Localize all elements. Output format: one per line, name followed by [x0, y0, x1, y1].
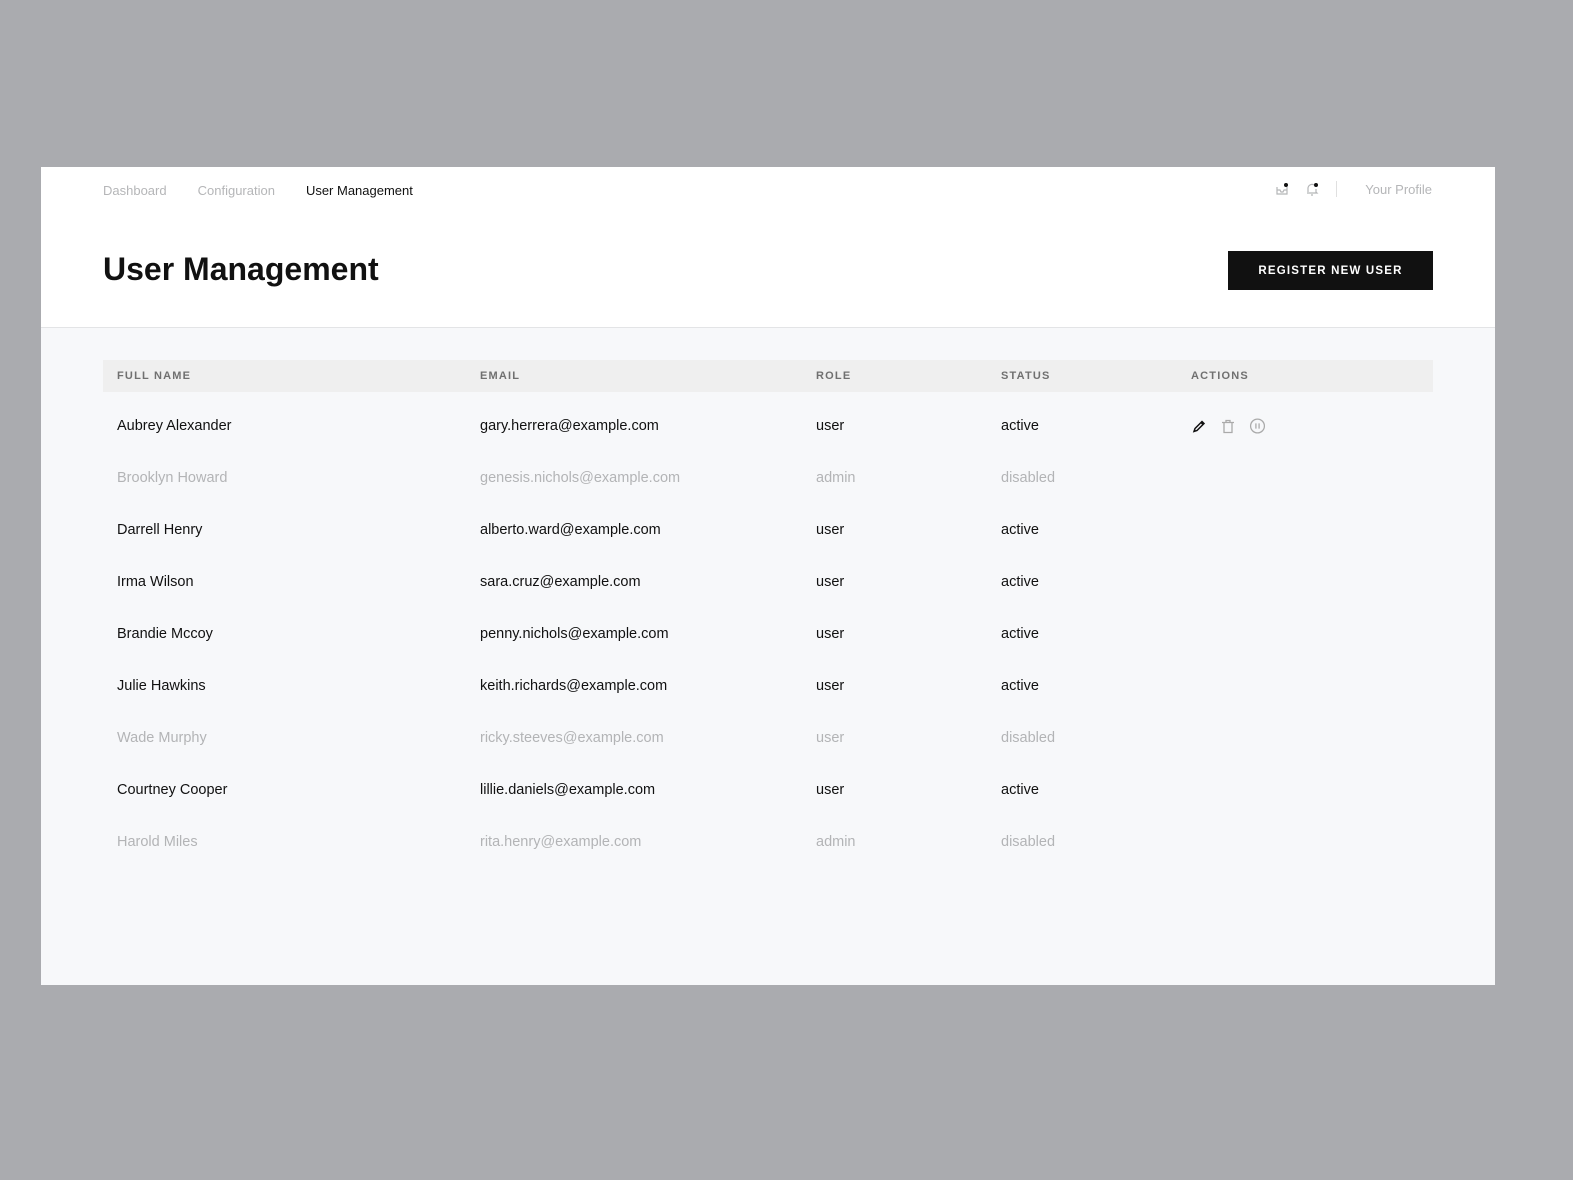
user-status: active	[1001, 418, 1039, 434]
user-email: lillie.daniels@example.com	[480, 782, 656, 798]
trash-icon[interactable]	[1220, 418, 1236, 434]
page-title: User Management	[103, 251, 379, 287]
user-name: Harold Miles	[117, 834, 198, 850]
user-role: admin	[816, 834, 856, 850]
user-status: disabled	[1001, 834, 1056, 850]
inbox-icon[interactable]	[1274, 181, 1290, 197]
user-role: user	[816, 626, 845, 642]
table-row: Courtney Cooper lillie.daniels@example.c…	[103, 764, 1433, 816]
user-name: Julie Hawkins	[117, 678, 206, 694]
user-role: user	[816, 678, 845, 694]
user-role: user	[816, 730, 845, 746]
user-role: admin	[816, 470, 856, 486]
user-name: Darrell Henry	[117, 522, 203, 538]
user-status: disabled	[1001, 470, 1056, 486]
header-right: Your Profile	[1274, 181, 1432, 197]
header-email: EMAIL	[480, 370, 521, 382]
divider	[1336, 181, 1338, 197]
user-role: user	[816, 522, 845, 538]
header-role: ROLE	[816, 370, 852, 382]
user-email: ricky.steeves@example.com	[480, 730, 664, 746]
profile-link[interactable]: Your Profile	[1365, 182, 1432, 197]
user-email: penny.nichols@example.com	[480, 626, 669, 642]
user-management-panel: Dashboard Configuration User Management …	[41, 167, 1495, 985]
user-email: gary.herrera@example.com	[480, 418, 659, 434]
header-full-name: FULL NAME	[117, 370, 192, 382]
user-status: active	[1001, 626, 1039, 642]
nav-user-management[interactable]: User Management	[306, 183, 413, 198]
user-role: user	[816, 574, 845, 590]
header-status: STATUS	[1001, 370, 1051, 382]
user-name: Wade Murphy	[117, 730, 207, 746]
top-nav: Dashboard Configuration User Management	[103, 183, 413, 198]
user-name: Aubrey Alexander	[117, 418, 232, 434]
table-row: Aubrey Alexander gary.herrera@example.co…	[103, 400, 1433, 452]
user-status: active	[1001, 782, 1039, 798]
header-actions: ACTIONS	[1191, 370, 1249, 382]
user-email: keith.richards@example.com	[480, 678, 668, 694]
nav-dashboard[interactable]: Dashboard	[103, 183, 167, 198]
user-name: Courtney Cooper	[117, 782, 228, 798]
user-email: rita.henry@example.com	[480, 834, 642, 850]
edit-icon[interactable]	[1191, 418, 1207, 434]
table-row: Brandie Mccoy penny.nichols@example.com …	[103, 608, 1433, 660]
row-actions	[1191, 418, 1266, 435]
user-name: Brooklyn Howard	[117, 470, 228, 486]
user-status: disabled	[1001, 730, 1056, 746]
table-header: FULL NAME EMAIL ROLE STATUS ACTIONS	[103, 360, 1433, 392]
user-status: active	[1001, 522, 1039, 538]
user-email: alberto.ward@example.com	[480, 522, 661, 538]
bell-icon[interactable]	[1304, 181, 1320, 197]
user-role: user	[816, 418, 845, 434]
table-row: Julie Hawkins keith.richards@example.com…	[103, 660, 1433, 712]
register-new-user-button[interactable]: REGISTER NEW USER	[1228, 251, 1433, 290]
user-email: sara.cruz@example.com	[480, 574, 641, 590]
user-name: Irma Wilson	[117, 574, 194, 590]
user-role: user	[816, 782, 845, 798]
users-table: FULL NAME EMAIL ROLE STATUS ACTIONS Aubr…	[103, 360, 1433, 868]
user-status: active	[1001, 574, 1039, 590]
table-row: Irma Wilson sara.cruz@example.com user a…	[103, 556, 1433, 608]
user-status: active	[1001, 678, 1039, 694]
user-email: genesis.nichols@example.com	[480, 470, 681, 486]
pause-icon[interactable]	[1249, 418, 1266, 435]
table-row: Darrell Henry alberto.ward@example.com u…	[103, 504, 1433, 556]
table-row: Wade Murphy ricky.steeves@example.com us…	[103, 712, 1433, 764]
header: Dashboard Configuration User Management …	[41, 167, 1495, 328]
table-row: Harold Miles rita.henry@example.com admi…	[103, 816, 1433, 868]
user-name: Brandie Mccoy	[117, 626, 213, 642]
nav-configuration[interactable]: Configuration	[198, 183, 275, 198]
table-row: Brooklyn Howard genesis.nichols@example.…	[103, 452, 1433, 504]
